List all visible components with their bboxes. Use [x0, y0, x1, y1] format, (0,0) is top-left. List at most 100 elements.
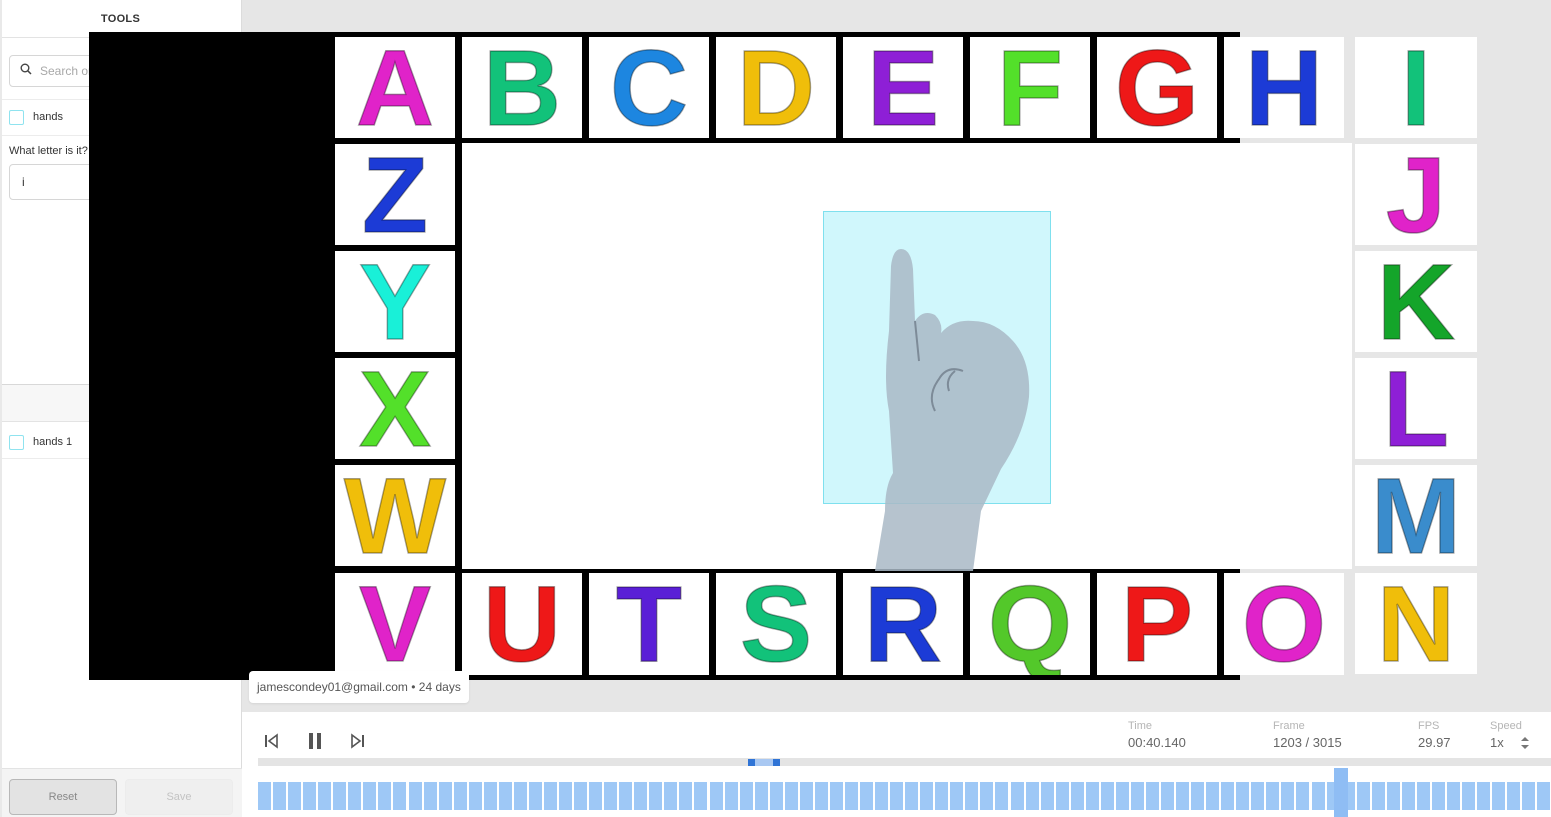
frame-cell[interactable] [1085, 782, 1099, 810]
frame-cell[interactable] [423, 782, 437, 810]
frame-cell[interactable] [694, 782, 708, 810]
frame-cell[interactable] [589, 782, 603, 810]
frame-cell[interactable] [528, 782, 542, 810]
frame-cell[interactable] [1296, 782, 1310, 810]
frame-cell[interactable] [1311, 782, 1325, 810]
frame-cell[interactable] [1145, 782, 1159, 810]
frame-cell[interactable] [649, 782, 663, 810]
frame-cell[interactable] [965, 782, 979, 810]
frame-cell[interactable] [709, 782, 723, 810]
frame-cell[interactable] [1477, 782, 1491, 810]
save-button[interactable]: Save [125, 779, 233, 815]
frame-cell[interactable] [950, 782, 964, 810]
frame-cell[interactable] [754, 782, 768, 810]
frame-cell[interactable] [890, 782, 904, 810]
frame-cell[interactable] [1236, 782, 1250, 810]
frame-cell[interactable] [498, 782, 512, 810]
skip-back-icon[interactable] [259, 729, 283, 753]
speed-control[interactable]: Speed 1x [1490, 720, 1522, 750]
frame-cell[interactable] [318, 782, 332, 810]
frame-cell[interactable] [1371, 782, 1385, 810]
frame-cell[interactable] [438, 782, 452, 810]
frame-cell[interactable] [303, 782, 317, 810]
playhead[interactable] [1334, 768, 1348, 817]
frame-track[interactable] [258, 774, 1551, 817]
frame-cell[interactable] [769, 782, 783, 810]
frame-cell[interactable] [378, 782, 392, 810]
frame-cell[interactable] [814, 782, 828, 810]
frame-cell[interactable] [935, 782, 949, 810]
reset-button[interactable]: Reset [9, 779, 117, 815]
frame-cell[interactable] [513, 782, 527, 810]
frame-cell[interactable] [1251, 782, 1265, 810]
frame-cell[interactable] [1416, 782, 1430, 810]
frame-cell[interactable] [1266, 782, 1280, 810]
speed-value[interactable]: 1x [1490, 735, 1522, 750]
frame-cell[interactable] [1100, 782, 1114, 810]
frame-cell[interactable] [604, 782, 618, 810]
frame-cell[interactable] [408, 782, 422, 810]
frame-cell[interactable] [559, 782, 572, 810]
tool-color-swatch[interactable] [9, 109, 24, 125]
frame-cell[interactable] [980, 782, 994, 810]
frame-cell[interactable] [1025, 782, 1039, 810]
frame-cell[interactable] [860, 782, 873, 810]
frame-cell[interactable] [1507, 782, 1521, 810]
skip-forward-icon[interactable] [346, 729, 370, 753]
frame-cell[interactable] [574, 782, 588, 810]
frame-cell[interactable] [634, 782, 648, 810]
scrubber-thumb[interactable] [748, 759, 780, 766]
frame-cell[interactable] [995, 782, 1009, 810]
frame-cell[interactable] [799, 782, 813, 810]
frame-cell[interactable] [1462, 782, 1475, 810]
frame-cell[interactable] [920, 782, 934, 810]
timeline-scrubber[interactable] [258, 758, 1551, 766]
frame-cell[interactable] [348, 782, 362, 810]
frame-cell[interactable] [258, 782, 271, 810]
frame-cell[interactable] [1446, 782, 1460, 810]
frame-cell[interactable] [784, 782, 798, 810]
object-color-swatch[interactable] [9, 434, 24, 450]
frame-cell[interactable] [453, 782, 467, 810]
frame-cell[interactable] [1537, 782, 1551, 810]
frame-cell[interactable] [1130, 782, 1144, 810]
frame-cell[interactable] [273, 782, 287, 810]
frame-cell[interactable] [1070, 782, 1084, 810]
frame-cell[interactable] [905, 782, 919, 810]
frame-cell[interactable] [1401, 782, 1415, 810]
frame-cell[interactable] [363, 782, 377, 810]
frame-cell[interactable] [619, 782, 633, 810]
frame-cell[interactable] [829, 782, 843, 810]
frame-cell[interactable] [1431, 782, 1445, 810]
frame-cell[interactable] [739, 782, 753, 810]
frame-cell[interactable] [724, 782, 738, 810]
frame-cell[interactable] [1010, 782, 1024, 810]
frame-cell[interactable] [333, 782, 347, 810]
frame-cell[interactable] [1221, 782, 1235, 810]
frame-cell[interactable] [1386, 782, 1400, 810]
frame-cell[interactable] [1176, 782, 1190, 810]
frame-cell[interactable] [1161, 782, 1174, 810]
frame-cell[interactable] [1356, 782, 1370, 810]
frame-cell[interactable] [1191, 782, 1205, 810]
frame-cell[interactable] [1040, 782, 1054, 810]
frame-cell[interactable] [1492, 782, 1506, 810]
frame-cell[interactable] [664, 782, 678, 810]
frame-cell[interactable] [393, 782, 407, 810]
frame-cell[interactable] [288, 782, 302, 810]
frame-cell[interactable] [679, 782, 693, 810]
frame-cell[interactable] [844, 782, 858, 810]
frame-cell[interactable] [468, 782, 482, 810]
frame-cell[interactable] [1206, 782, 1220, 810]
frame-cell[interactable] [1522, 782, 1536, 810]
speed-stepper-icon[interactable] [1520, 736, 1530, 755]
frame-cell[interactable] [1055, 782, 1069, 810]
frame-cell[interactable] [1281, 782, 1295, 810]
pause-icon[interactable] [303, 729, 327, 753]
letter-tile-z: Z [335, 144, 455, 245]
frame-cell[interactable] [543, 782, 557, 810]
frame-cell[interactable] [483, 782, 497, 810]
letter-tile-v: V [335, 573, 455, 675]
frame-cell[interactable] [875, 782, 889, 810]
frame-cell[interactable] [1115, 782, 1129, 810]
